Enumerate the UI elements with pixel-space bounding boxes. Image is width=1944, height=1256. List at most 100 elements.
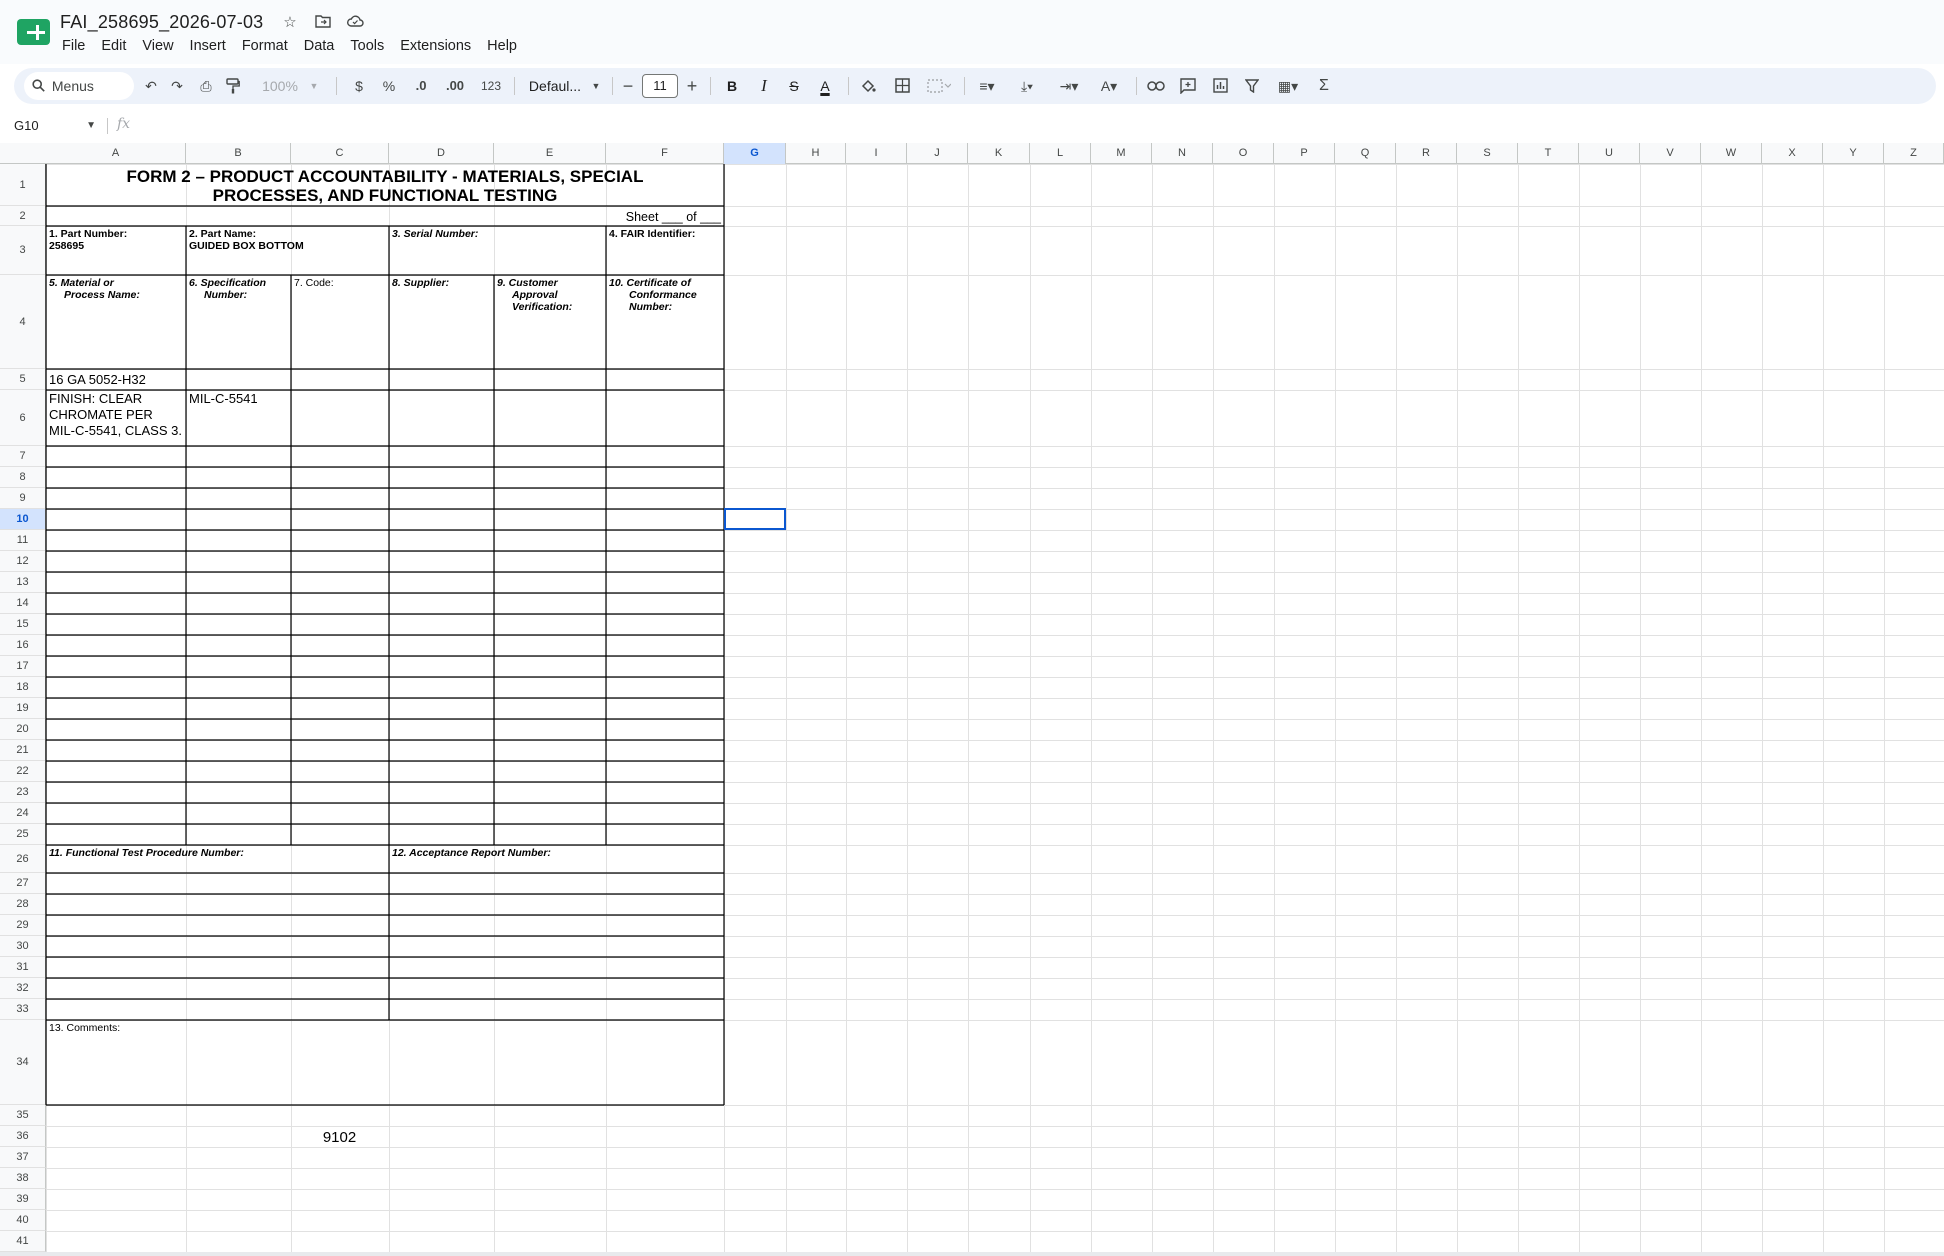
acceptance-report-label[interactable]: 12. Acceptance Report Number: — [389, 845, 724, 873]
row-header-21[interactable]: 21 — [0, 740, 46, 761]
column-header-m[interactable]: M — [1091, 143, 1152, 164]
horizontal-align-icon[interactable]: ≡▾ — [972, 68, 1002, 104]
menu-format[interactable]: Format — [234, 38, 296, 58]
name-box-chevron-down-icon[interactable]: ▼ — [86, 115, 96, 137]
column-header-o[interactable]: O — [1213, 143, 1274, 164]
strikethrough-button[interactable]: S — [784, 68, 804, 104]
row-header-2[interactable]: 2 — [0, 206, 46, 226]
column-header-y[interactable]: Y — [1823, 143, 1884, 164]
column-header-i[interactable]: I — [846, 143, 907, 164]
code-header[interactable]: 7. Code: — [291, 275, 388, 369]
part-number-cell[interactable]: 1. Part Number: 258695 — [46, 226, 186, 275]
material-process-header[interactable]: 5. Material or Process Name: — [46, 275, 186, 369]
merge-cells-icon[interactable] — [924, 68, 954, 104]
row-header-18[interactable]: 18 — [0, 677, 46, 698]
specification-header[interactable]: 6. Specification Number: — [186, 275, 290, 369]
redo-icon[interactable]: ↷ — [166, 68, 188, 104]
insert-chart-icon[interactable] — [1208, 68, 1232, 104]
column-header-v[interactable]: V — [1640, 143, 1701, 164]
row-header-17[interactable]: 17 — [0, 656, 46, 677]
row-header-26[interactable]: 26 — [0, 845, 46, 873]
functional-test-procedure-label[interactable]: 11. Functional Test Procedure Number: — [46, 845, 388, 873]
row-header-8[interactable]: 8 — [0, 467, 46, 488]
cloud-status-icon[interactable] — [346, 14, 364, 32]
menu-file[interactable]: File — [54, 38, 93, 58]
column-header-g[interactable]: G — [724, 143, 786, 164]
column-header-c[interactable]: C — [291, 143, 389, 164]
filter-icon[interactable] — [1240, 68, 1264, 104]
menu-view[interactable]: View — [134, 38, 181, 58]
row-header-25[interactable]: 25 — [0, 824, 46, 845]
row-header-5[interactable]: 5 — [0, 369, 46, 390]
row-header-34[interactable]: 34 — [0, 1020, 46, 1105]
form-title[interactable]: FORM 2 – PRODUCT ACCOUNTABILITY - MATERI… — [46, 164, 724, 205]
row-header-35[interactable]: 35 — [0, 1105, 46, 1126]
print-icon[interactable]: ⎙ — [194, 68, 218, 104]
vertical-align-icon[interactable]: ⤓▾ — [1012, 68, 1042, 104]
column-header-a[interactable]: A — [46, 143, 186, 164]
currency-format-button[interactable]: $ — [350, 68, 368, 104]
row-header-10[interactable]: 10 — [0, 509, 46, 530]
italic-button[interactable]: I — [754, 68, 774, 104]
row-header-28[interactable]: 28 — [0, 894, 46, 915]
row-header-19[interactable]: 19 — [0, 698, 46, 719]
cell-c36[interactable]: 9102 — [291, 1126, 388, 1147]
table-views-icon[interactable]: ▦▾ — [1270, 68, 1306, 104]
cell-b6[interactable]: MIL-C-5541 — [186, 390, 290, 446]
supplier-header[interactable]: 8. Supplier: — [389, 275, 493, 369]
selected-cell-g10[interactable] — [724, 508, 786, 530]
row-header-30[interactable]: 30 — [0, 936, 46, 957]
bold-button[interactable]: B — [722, 68, 742, 104]
row-header-32[interactable]: 32 — [0, 978, 46, 999]
row-header-36[interactable]: 36 — [0, 1126, 46, 1147]
row-header-22[interactable]: 22 — [0, 761, 46, 782]
sheets-logo-icon[interactable] — [17, 19, 50, 45]
zoom-chevron-down-icon[interactable]: ▼ — [308, 68, 320, 104]
row-header-4[interactable]: 4 — [0, 275, 46, 369]
row-header-20[interactable]: 20 — [0, 719, 46, 740]
row-header-29[interactable]: 29 — [0, 915, 46, 936]
row-header-31[interactable]: 31 — [0, 957, 46, 978]
menu-edit[interactable]: Edit — [93, 38, 134, 58]
column-header-l[interactable]: L — [1030, 143, 1091, 164]
sheet-of-label[interactable]: Sheet ___ of ___ — [560, 206, 724, 226]
decrease-decimal-button[interactable]: .0 — [408, 68, 434, 104]
increase-font-size-icon[interactable]: + — [684, 68, 700, 104]
column-header-r[interactable]: R — [1396, 143, 1457, 164]
row-header-9[interactable]: 9 — [0, 488, 46, 509]
column-header-w[interactable]: W — [1701, 143, 1762, 164]
column-header-z[interactable]: Z — [1884, 143, 1944, 164]
row-header-41[interactable]: 41 — [0, 1231, 46, 1252]
font-size-input[interactable]: 11 — [642, 74, 678, 98]
row-header-12[interactable]: 12 — [0, 551, 46, 572]
percent-format-button[interactable]: % — [380, 68, 398, 104]
insert-link-icon[interactable] — [1144, 68, 1168, 104]
cell-a5[interactable]: 16 GA 5052-H32 — [46, 369, 186, 390]
undo-icon[interactable]: ↶ — [140, 68, 162, 104]
text-rotation-icon[interactable]: A▾ — [1094, 68, 1124, 104]
menu-insert[interactable]: Insert — [182, 38, 234, 58]
column-header-d[interactable]: D — [389, 143, 494, 164]
fill-color-icon[interactable] — [856, 68, 880, 104]
column-header-b[interactable]: B — [186, 143, 291, 164]
menu-data[interactable]: Data — [296, 38, 343, 58]
menu-extensions[interactable]: Extensions — [392, 38, 479, 58]
row-header-7[interactable]: 7 — [0, 446, 46, 467]
column-header-h[interactable]: H — [786, 143, 846, 164]
row-header-3[interactable]: 3 — [0, 226, 46, 275]
customer-approval-header[interactable]: 9. Customer Approval Verification: — [494, 275, 605, 369]
borders-icon[interactable] — [890, 68, 914, 104]
functions-icon[interactable]: Σ — [1314, 68, 1334, 104]
column-header-j[interactable]: J — [907, 143, 968, 164]
insert-comment-icon[interactable] — [1176, 68, 1200, 104]
row-header-6[interactable]: 6 — [0, 390, 46, 446]
increase-decimal-button[interactable]: .00 — [440, 68, 470, 104]
column-header-p[interactable]: P — [1274, 143, 1335, 164]
document-title[interactable]: FAI_258695_2026-07-03 — [60, 12, 263, 33]
menu-tools[interactable]: Tools — [342, 38, 392, 58]
row-header-24[interactable]: 24 — [0, 803, 46, 824]
font-family-select[interactable]: Defaul... — [520, 68, 590, 104]
row-header-38[interactable]: 38 — [0, 1168, 46, 1189]
zoom-select[interactable]: 100% — [258, 68, 302, 104]
row-header-33[interactable]: 33 — [0, 999, 46, 1020]
